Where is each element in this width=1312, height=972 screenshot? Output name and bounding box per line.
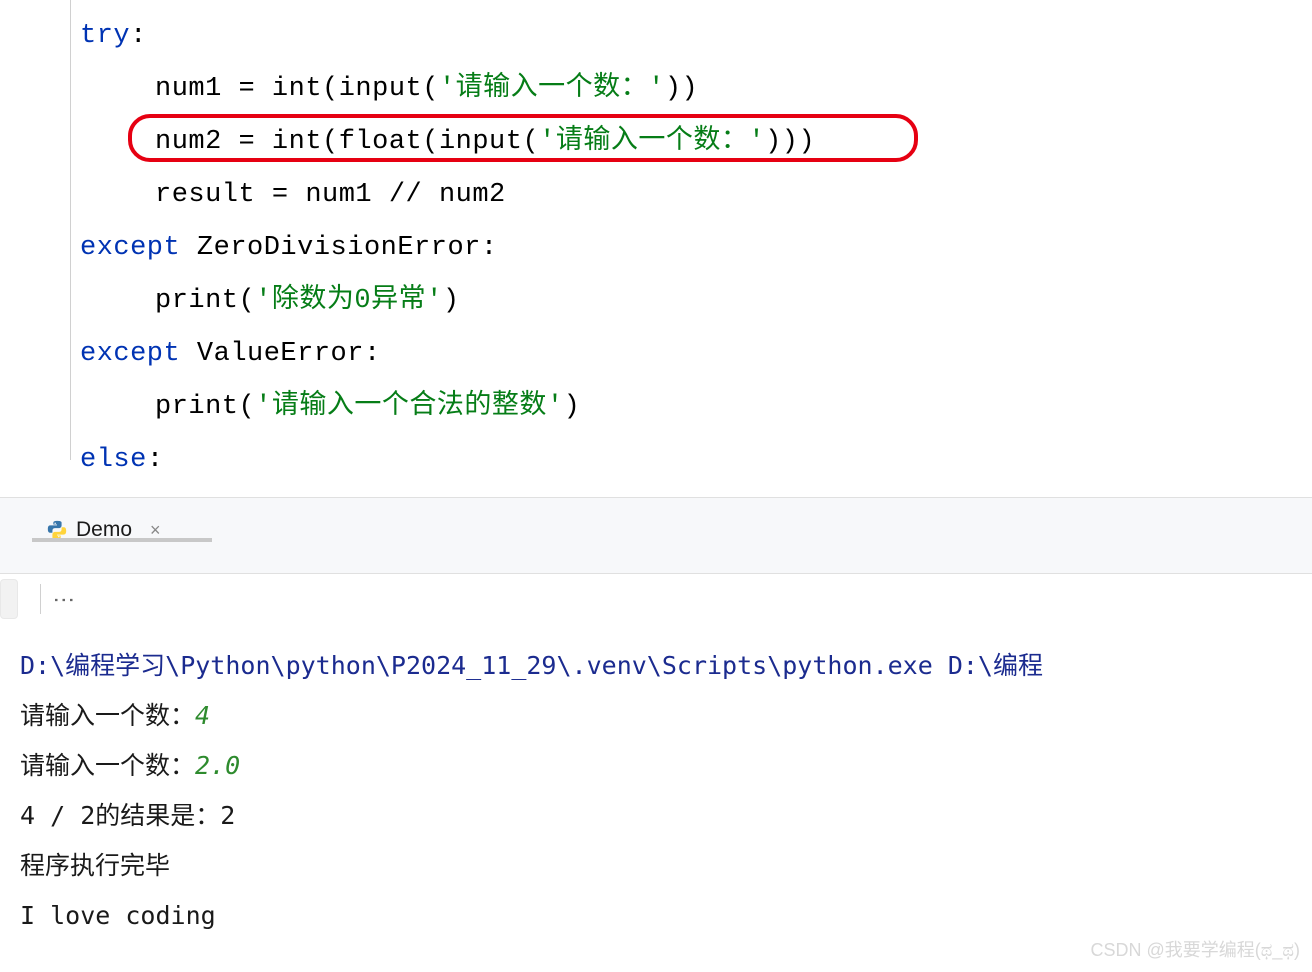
divider — [40, 584, 41, 614]
console-output[interactable]: D:\编程学习\Python\python\P2024_11_29\.venv\… — [0, 623, 1312, 959]
watermark: CSDN @我要学编程(ಥ_ಥ) — [1090, 936, 1300, 962]
console-line: I love coding — [20, 891, 1292, 941]
code-line: print('除数为0异常') — [80, 275, 1312, 328]
console-line: 请输入一个数：2.0 — [20, 741, 1292, 791]
toolbar-handle[interactable] — [0, 579, 18, 619]
code-line: result = num1 // num2 — [80, 169, 1312, 222]
user-input: 4 — [195, 701, 210, 730]
interpreter-path: D:\编程学习\Python\python\P2024_11_29\.venv\… — [20, 651, 1043, 680]
console-toolbar: ⋮ — [0, 573, 1312, 623]
console-line: 请输入一个数：4 — [20, 691, 1292, 741]
more-options-icon[interactable]: ⋮ — [50, 589, 76, 609]
code-line: print('请输入一个合法的整数') — [80, 381, 1312, 434]
code-line: else: — [80, 434, 1312, 487]
code-line: try: — [80, 10, 1312, 63]
console-line: 4 / 2的结果是：2 — [20, 791, 1292, 841]
code-line: except ValueError: — [80, 328, 1312, 381]
gutter-line — [70, 0, 71, 460]
code-line: except ZeroDivisionError: — [80, 222, 1312, 275]
user-input: 2.0 — [195, 751, 240, 780]
code-line: num1 = int(input('请输入一个数：')) — [80, 63, 1312, 116]
console-line: 程序执行完毕 — [20, 841, 1292, 891]
code-line-highlighted: num2 = int(float(input('请输入一个数：'))) — [80, 116, 1312, 169]
code-editor[interactable]: try: num1 = int(input('请输入一个数：')) num2 =… — [0, 0, 1312, 487]
run-tab-bar: Demo × — [0, 497, 1312, 573]
tab-underline — [32, 538, 212, 542]
